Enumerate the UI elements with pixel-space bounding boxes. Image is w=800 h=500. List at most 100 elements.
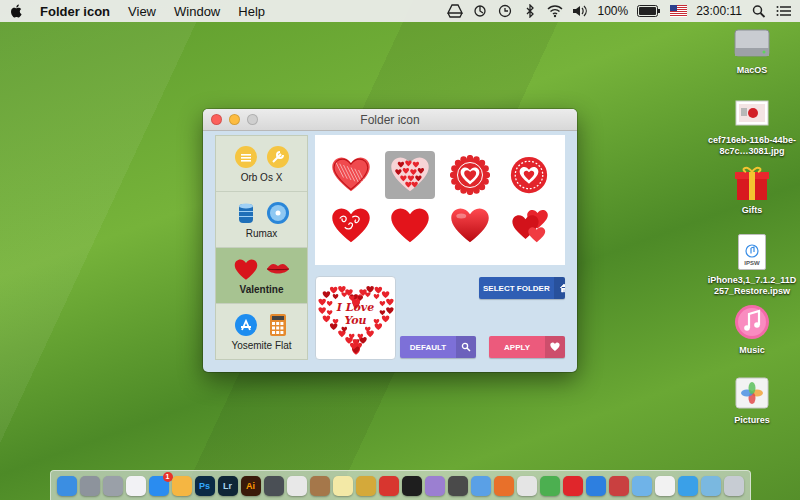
apple-icon[interactable] [10, 4, 22, 18]
icon-preview: I Love You [315, 276, 396, 360]
dock-app-icon[interactable] [333, 476, 353, 496]
dock-app-icon[interactable] [356, 476, 376, 496]
icon-cell[interactable] [326, 202, 376, 250]
gift-icon [731, 162, 773, 202]
lips-icon [266, 257, 290, 281]
cluster-heart-icon [509, 206, 549, 246]
action-button[interactable]: DEFAULT [400, 336, 476, 358]
music-icon [731, 302, 773, 342]
desktop-item-label: Pictures [707, 415, 797, 426]
bluetooth-icon[interactable] [522, 4, 538, 18]
zoom-button[interactable] [247, 114, 258, 125]
dock-app-icon[interactable] [425, 476, 445, 496]
orb-icon [234, 145, 258, 169]
select-folder-button[interactable]: SELECT FOLDER [479, 277, 565, 299]
dock-app-icon[interactable] [402, 476, 422, 496]
app-menu[interactable]: Folder icon [40, 4, 110, 19]
sidebar-item[interactable]: Yosemite Flat [216, 304, 307, 359]
battery-icon[interactable] [637, 5, 661, 17]
desktop-item-label: Music [707, 345, 797, 356]
disc-icon [266, 201, 290, 225]
desktop-item-label: MacOS [707, 65, 797, 76]
volume-icon[interactable] [572, 4, 588, 18]
dock-app-icon[interactable] [494, 476, 514, 496]
icon-cell[interactable] [504, 151, 554, 199]
desktop-item[interactable]: Music [706, 302, 798, 370]
dock-app-icon[interactable] [724, 476, 744, 496]
dock-app-icon[interactable] [287, 476, 307, 496]
menu-item[interactable]: View [128, 4, 156, 19]
title-bar[interactable]: Folder icon [203, 109, 577, 131]
desktop-item[interactable]: Gifts [706, 162, 798, 230]
dock-app-icon[interactable] [103, 476, 123, 496]
dock-app-icon[interactable]: Ai [241, 476, 261, 496]
icon-grid [315, 135, 565, 265]
desktop-item[interactable]: MacOS [706, 22, 798, 90]
minimize-button[interactable] [229, 114, 240, 125]
dock-app-icon[interactable] [310, 476, 330, 496]
wrench-icon [266, 145, 290, 169]
plain-heart-icon [390, 206, 430, 246]
database-icon [234, 201, 258, 225]
dock-app-icon[interactable]: Ps [195, 476, 215, 496]
dock-app-icon[interactable] [57, 476, 77, 496]
sidebar-item[interactable]: Valentine [216, 248, 307, 304]
notification-list-icon[interactable] [776, 4, 792, 18]
search-icon [461, 342, 471, 352]
icon-cell[interactable] [445, 151, 495, 199]
time-machine-icon[interactable] [497, 4, 513, 18]
dock-app-icon[interactable] [172, 476, 192, 496]
desktop-area: MacOS cef716eb-116b-44be-8c7c…3081.jpg Gif… [0, 22, 800, 470]
menu-item[interactable]: Window [174, 4, 220, 19]
close-button[interactable] [211, 114, 222, 125]
dock-app-icon[interactable] [632, 476, 652, 496]
icon-cell[interactable] [504, 202, 554, 250]
badge-heart-icon [450, 155, 490, 195]
desktop-icons: MacOS cef716eb-116b-44be-8c7c…3081.jpg Gif… [706, 22, 798, 440]
desktop-item[interactable]: IPSW iPhone3,1_7.1.2_11D257_Restore.ipsw [706, 232, 798, 300]
desktop-item[interactable]: cef716eb-116b-44be-8c7c…3081.jpg [706, 92, 798, 160]
dock-app-icon[interactable] [471, 476, 491, 496]
dock-app-icon[interactable] [540, 476, 560, 496]
wifi-icon[interactable] [547, 4, 563, 18]
desktop-item[interactable]: Pictures [706, 372, 798, 440]
sync-icon[interactable] [472, 4, 488, 18]
heart-icon [550, 342, 560, 352]
dock-app-icon[interactable] [655, 476, 675, 496]
spotlight-icon[interactable] [751, 4, 767, 18]
battery-reading[interactable]: 100% [597, 4, 628, 18]
menu-item[interactable]: Help [238, 4, 265, 19]
icon-cell[interactable] [385, 151, 435, 199]
dock-app-icon[interactable] [563, 476, 583, 496]
desktop-item-label: Gifts [707, 205, 797, 216]
icon-cell[interactable] [326, 151, 376, 199]
dock-app-icon[interactable] [517, 476, 537, 496]
dock-app-icon[interactable] [586, 476, 606, 496]
dock-app-icon[interactable] [678, 476, 698, 496]
preview-text: I Love You [334, 302, 378, 327]
icon-cell[interactable] [445, 202, 495, 250]
action-button[interactable]: APPLY [489, 336, 565, 358]
drive-icon[interactable] [447, 4, 463, 18]
dock: 1 PsLrAi [50, 470, 751, 500]
ipsw-document-icon: IPSW [738, 234, 766, 270]
us-flag-icon[interactable] [670, 5, 687, 17]
window-title: Folder icon [360, 113, 419, 127]
dock-app-icon[interactable] [609, 476, 629, 496]
dock-app-icon[interactable] [701, 476, 721, 496]
dock-app-icon[interactable] [80, 476, 100, 496]
dock-app-icon[interactable] [448, 476, 468, 496]
dock-app-icon[interactable] [126, 476, 146, 496]
icon-cell[interactable] [385, 202, 435, 250]
dock-app-icon[interactable]: Lr [218, 476, 238, 496]
sidebar-item[interactable]: Rumax [216, 192, 307, 248]
heart-icon [234, 257, 258, 281]
home-icon [559, 283, 565, 293]
dock-app-icon[interactable] [264, 476, 284, 496]
clock[interactable]: 23:00:11 [696, 4, 742, 18]
heart-cluster-heart-icon [390, 155, 430, 195]
dock-app-icon[interactable] [379, 476, 399, 496]
desktop-item-label: iPhone3,1_7.1.2_11D257_Restore.ipsw [707, 275, 797, 297]
sidebar-item[interactable]: Orb Os X [216, 136, 307, 192]
dock-app-icon[interactable]: 1 [149, 476, 169, 496]
